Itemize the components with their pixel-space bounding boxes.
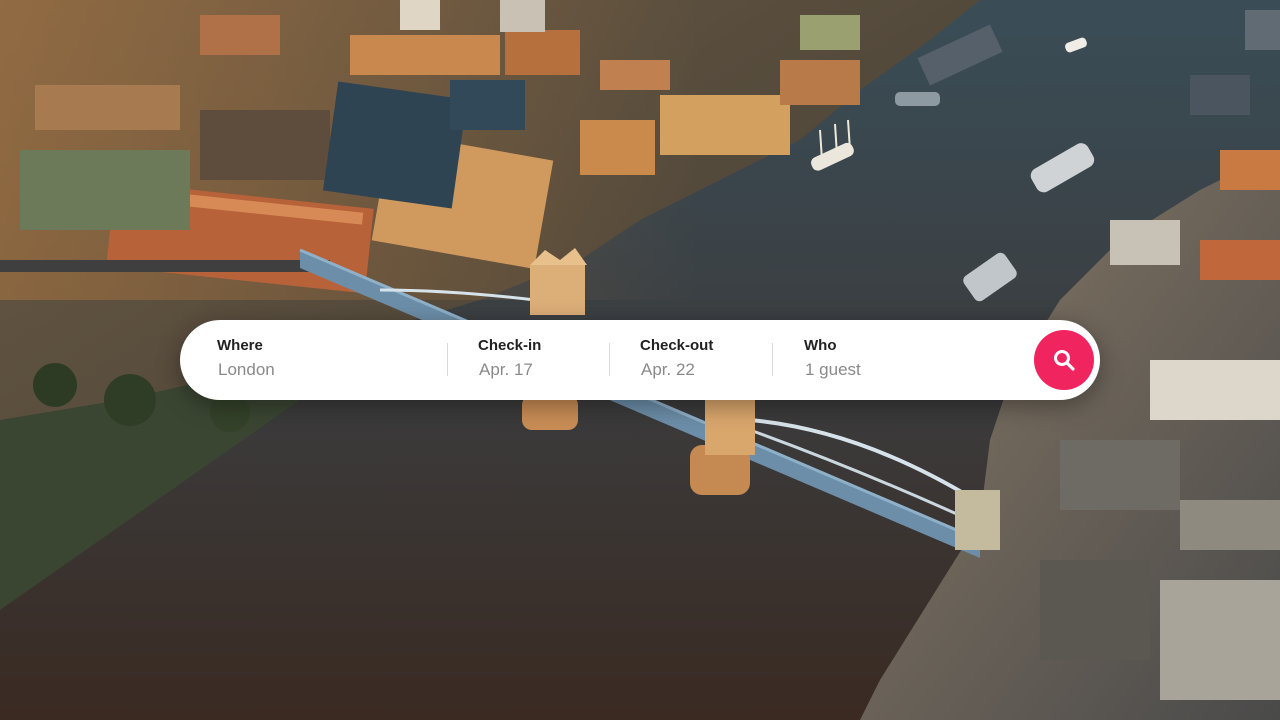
checkin-field[interactable]: Check-in Apr. 17 [478,320,608,400]
hero-section: Where London Check-in Apr. 17 Check-out … [0,0,1280,720]
checkin-label: Check-in [478,337,542,354]
where-field[interactable]: Where London [217,320,447,400]
where-value: London [218,360,275,379]
checkout-field[interactable]: Check-out Apr. 22 [640,320,770,400]
who-field[interactable]: Who 1 guest [804,320,1004,400]
divider [447,343,448,376]
checkin-value: Apr. 17 [479,360,533,379]
search-icon [1054,350,1075,371]
search-bar: Where London Check-in Apr. 17 Check-out … [180,320,1100,400]
checkout-value: Apr. 22 [641,360,695,379]
search-button[interactable] [1034,330,1094,390]
who-label: Who [804,337,837,354]
divider [609,343,610,376]
who-value: 1 guest [805,360,861,379]
divider [772,343,773,376]
checkout-label: Check-out [640,337,714,354]
where-label: Where [217,337,263,354]
